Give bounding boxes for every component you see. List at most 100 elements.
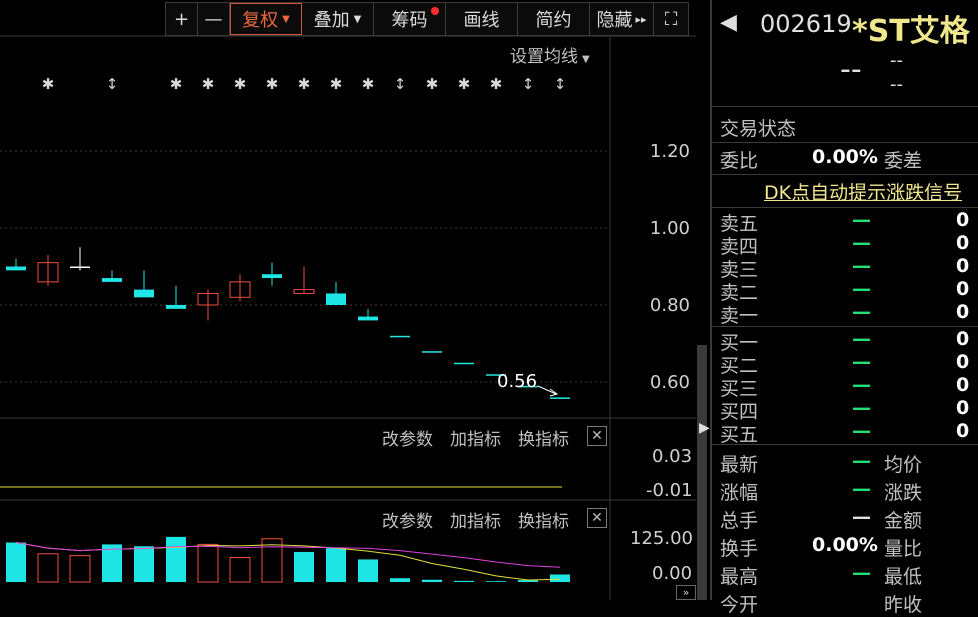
volume-bar <box>37 553 59 583</box>
stat-label: 均价 <box>884 454 923 476</box>
stat-value: — <box>852 506 871 528</box>
stock-code: 002619 <box>760 10 852 38</box>
buy-volume: 0 <box>956 328 970 350</box>
panel3-change-params-button[interactable]: 改参数 <box>382 507 433 532</box>
panel3-ytick: 125.00 <box>630 528 693 549</box>
stat-label: 总手 <box>720 510 759 532</box>
candle-body <box>6 266 26 271</box>
event-marker-icon: ↕ <box>394 75 407 93</box>
stat-label: 金额 <box>884 510 923 532</box>
chart-scrollbar[interactable] <box>697 345 707 600</box>
stock-name: *ST艾格 <box>852 14 970 49</box>
stat-label: 昨收 <box>884 594 923 616</box>
volume-ma10-line <box>15 542 561 568</box>
stat-label: 最高 <box>720 566 759 588</box>
event-marker-icon: ↕ <box>554 75 567 93</box>
volume-ma5-line <box>15 542 561 581</box>
divider <box>712 326 978 327</box>
volume-bar <box>166 536 186 582</box>
event-marker-icon: ↕ <box>522 75 535 93</box>
event-marker-icon: ↕ <box>106 75 119 93</box>
candle-body <box>358 316 378 321</box>
volume-bar <box>486 581 506 582</box>
event-marker-icon: ✱ <box>202 75 215 93</box>
panel2-change-params-button[interactable]: 改参数 <box>382 425 433 450</box>
sell-volume: 0 <box>956 255 970 277</box>
volume-bar <box>197 543 219 583</box>
sell-price: — <box>852 255 871 277</box>
volume-bar <box>6 542 26 582</box>
stat-label: 最低 <box>884 566 923 588</box>
panel2-add-indicator-button[interactable]: 加指标 <box>450 425 501 450</box>
stat-label: 量比 <box>884 538 923 560</box>
volume-bar <box>134 546 154 582</box>
event-marker-icon: ✱ <box>42 75 55 93</box>
stat-value: — <box>852 450 871 472</box>
scroll-right-icon[interactable]: » <box>676 585 696 600</box>
weibi-value: 0.00% <box>812 146 878 168</box>
volume-bar <box>294 551 314 582</box>
panel2-ytick: -0.01 <box>646 480 693 501</box>
event-marker-icon: ✱ <box>330 75 343 93</box>
buy-volume: 0 <box>956 351 970 373</box>
change-percent: -- <box>890 74 903 95</box>
candle-body <box>390 335 410 338</box>
candle-body <box>422 351 442 353</box>
event-marker-icon: ✱ <box>458 75 471 93</box>
sell-price: — <box>852 209 871 231</box>
volume-bar <box>102 544 122 582</box>
buy-volume: 0 <box>956 374 970 396</box>
panel2-ytick: 0.03 <box>652 446 693 467</box>
volume-bar <box>390 578 410 582</box>
current-price: -- <box>840 52 862 87</box>
panel3-ytick: 0.00 <box>652 563 693 584</box>
buy-price: — <box>852 420 871 442</box>
volume-bar <box>326 548 346 582</box>
back-arrow-icon[interactable]: ◀ <box>720 10 737 35</box>
panel3-add-indicator-button[interactable]: 加指标 <box>450 507 501 532</box>
stat-value: — <box>852 478 871 500</box>
price-tick-label: 0.60 <box>650 372 690 393</box>
weicha-label: 委差 <box>884 150 923 172</box>
volume-bar <box>229 557 251 583</box>
volume-bar <box>550 574 570 582</box>
buy-level-label: 买五 <box>720 424 759 446</box>
event-marker-icon: ✱ <box>170 75 183 93</box>
stat-label: 最新 <box>720 454 759 476</box>
buy-price: — <box>852 374 871 396</box>
dk-signal-link[interactable]: DK点自动提示涨跌信号 <box>764 178 962 205</box>
volume-bar <box>454 580 474 582</box>
buy-price: — <box>852 328 871 350</box>
stat-value: — <box>852 562 871 584</box>
divider <box>712 106 978 107</box>
event-marker-icon: ✱ <box>234 75 247 93</box>
event-marker-icon: ✱ <box>266 75 279 93</box>
panel2-switch-indicator-button[interactable]: 换指标 <box>518 425 569 450</box>
divider <box>712 207 978 208</box>
sell-price: — <box>852 301 871 323</box>
buy-volume: 0 <box>956 420 970 442</box>
panel2-close-icon[interactable]: ✕ <box>587 426 607 446</box>
buy-price: — <box>852 397 871 419</box>
event-marker-icon: ✱ <box>362 75 375 93</box>
sell-level-label: 卖一 <box>720 305 759 327</box>
stat-label: 涨幅 <box>720 482 759 504</box>
candle-body <box>550 397 570 399</box>
divider <box>712 174 978 175</box>
candle-body <box>326 293 346 305</box>
volume-bar <box>422 579 442 582</box>
last-price-label: 0.56 <box>497 371 537 392</box>
divider <box>712 444 978 445</box>
collapse-arrow-icon[interactable]: ▶ <box>699 420 710 436</box>
candle-body <box>102 278 122 282</box>
chart-area[interactable]: + — 复权 ▼ 叠加 ▼ 筹码 画线 简约 隐藏 ▸▸ ⛶ 设置均线 ▼ 1.20 1.… <box>0 0 710 600</box>
candle-body <box>454 362 474 365</box>
volume-bar <box>69 555 91 583</box>
panel3-close-icon[interactable]: ✕ <box>587 508 607 528</box>
sell-volume: 0 <box>956 301 970 323</box>
weibi-label: 委比 <box>720 150 759 172</box>
sell-volume: 0 <box>956 209 970 231</box>
candle-body <box>134 289 154 298</box>
panel3-switch-indicator-button[interactable]: 换指标 <box>518 507 569 532</box>
sell-volume: 0 <box>956 278 970 300</box>
